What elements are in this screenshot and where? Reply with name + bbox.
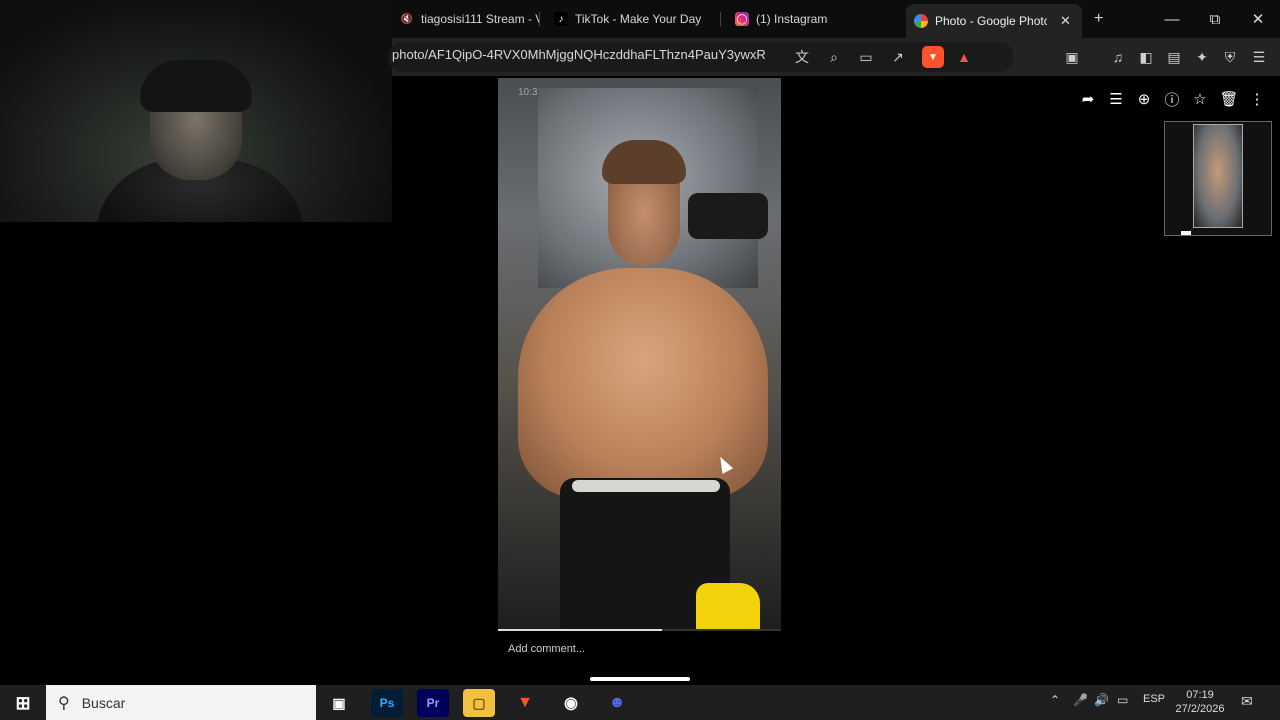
minimize-icon[interactable]: — <box>1150 0 1194 38</box>
tab-tiktok[interactable]: ♪ TikTok - Make Your Day <box>546 6 721 32</box>
share-icon[interactable]: ➦ <box>1077 88 1099 110</box>
clock-time: 07:19 <box>1186 689 1214 701</box>
phone-status-time: 10:3 <box>518 87 538 98</box>
thumbnail-position-indicator <box>1181 231 1191 235</box>
browser-tab-strip: 🔇 tiagosisi111 Stream - V ♪ TikTok - Mak… <box>392 0 1280 38</box>
more-options-icon[interactable]: ⋮ <box>1246 88 1268 110</box>
windows-taskbar: ⊞ ⚲ Buscar ▣ Ps Pr ▢ ▼ ◉ ☻ ⌃ 🎤 🔊 ▭ ESP 0… <box>0 685 1280 720</box>
webcam-person-hair <box>140 60 252 112</box>
tab-google-photos[interactable]: Photo - Google Photo ✕ <box>906 4 1082 38</box>
brave-shields-icon[interactable]: ▼ <box>922 46 944 68</box>
volume-icon[interactable]: 🔊 <box>1094 693 1109 707</box>
premiere-icon[interactable]: Pr <box>417 689 449 717</box>
microphone-icon[interactable]: 🎤 <box>1073 693 1088 707</box>
address-bar-url: photo/AF1QipO-4RVX0MhMjggNQHczddhaFLThzn… <box>392 47 766 62</box>
delete-trash-icon[interactable]: 🗑 <box>1218 88 1240 110</box>
vpn-shield-icon[interactable]: ⛨ <box>1219 46 1241 68</box>
photoshop-icon[interactable]: Ps <box>371 689 403 717</box>
tab-label: (1) Instagram <box>756 12 828 26</box>
tab-label: tiagosisi111 Stream - V <box>421 12 540 26</box>
tiktok-icon: ♪ <box>554 12 568 26</box>
story-progress-fill <box>498 629 663 631</box>
search-label: Buscar <box>81 694 126 711</box>
file-explorer-icon[interactable]: ▢ <box>463 689 495 717</box>
webcam-overlay <box>0 0 392 222</box>
info-icon[interactable]: ⓘ <box>1161 88 1183 110</box>
zoom-icon[interactable]: ⌕ <box>823 46 845 68</box>
tab-stream[interactable]: 🔇 tiagosisi111 Stream - V <box>392 6 540 32</box>
brave-rewards-icon[interactable]: ▲ <box>953 46 975 68</box>
wallet-icon[interactable]: ▤ <box>1163 46 1185 68</box>
mute-icon: 🔇 <box>400 13 414 25</box>
tab-label: Photo - Google Photo <box>935 14 1047 28</box>
taskbar-clock[interactable]: 07:19 27/2/2026 <box>1170 688 1230 716</box>
notifications-icon[interactable]: ✉ <box>1241 693 1253 710</box>
main-photo: 10:3 <box>498 78 781 629</box>
new-tab-button[interactable]: + <box>1086 6 1114 32</box>
person-waistband <box>572 480 720 492</box>
discord-icon[interactable]: ☻ <box>601 689 633 717</box>
menu-icon[interactable]: ☰ <box>1248 46 1270 68</box>
zoom-in-icon[interactable]: ⊕ <box>1133 88 1155 110</box>
home-indicator <box>590 677 690 681</box>
share-page-icon[interactable]: ↗ <box>887 46 909 68</box>
person-hair <box>602 140 686 184</box>
task-view-icon[interactable]: ▣ <box>323 689 355 717</box>
comment-bar: Add comment... <box>498 629 781 685</box>
media-music-icon[interactable]: ♫ <box>1107 46 1129 68</box>
clock-date: 27/2/2026 <box>1175 703 1225 715</box>
tab-instagram[interactable]: ◯ (1) Instagram <box>727 6 902 32</box>
story-progress-bar <box>498 629 781 631</box>
add-comment-input[interactable]: Add comment... <box>508 643 585 655</box>
windows-start-icon[interactable]: ⊞ <box>7 689 39 717</box>
favorite-star-icon[interactable]: ☆ <box>1189 88 1211 110</box>
leo-ai-icon[interactable]: ✦ <box>1191 46 1213 68</box>
install-app-icon[interactable]: ▭ <box>855 46 877 68</box>
translate-icon[interactable]: 文 <box>791 46 813 68</box>
thumbnail-strip <box>1164 121 1272 236</box>
close-tab-icon[interactable]: ✕ <box>1060 13 1071 29</box>
network-icon[interactable]: ▭ <box>1117 693 1128 707</box>
google-photos-icon <box>914 14 928 28</box>
taskbar-search-box[interactable]: ⚲ Buscar <box>46 685 316 720</box>
desktop-screen: 🔇 tiagosisi111 Stream - V ♪ TikTok - Mak… <box>0 0 1280 720</box>
sidebar-toggle-icon[interactable]: ◧ <box>1135 46 1157 68</box>
tray-overflow-icon[interactable]: ⌃ <box>1050 693 1060 707</box>
tab-label: TikTok - Make Your Day <box>575 12 702 26</box>
reading-mode-icon[interactable]: ▣ <box>1061 46 1083 68</box>
yellow-shirt <box>696 583 760 629</box>
brave-browser-icon[interactable]: ▼ <box>509 689 541 717</box>
obs-icon[interactable]: ◉ <box>555 689 587 717</box>
close-window-icon[interactable]: ✕ <box>1236 0 1280 38</box>
edit-adjust-icon[interactable]: ☰ <box>1105 88 1127 110</box>
instagram-icon: ◯ <box>735 12 749 26</box>
restore-icon[interactable]: ⧉ <box>1193 0 1237 38</box>
browser-toolbar: photo/AF1QipO-4RVX0MhMjggNQHczddhaFLThzn… <box>388 38 1280 76</box>
language-indicator[interactable]: ESP <box>1143 693 1165 705</box>
camera-in-photo <box>688 193 768 239</box>
photo-thumbnail[interactable] <box>1193 124 1243 228</box>
search-icon: ⚲ <box>58 694 70 712</box>
